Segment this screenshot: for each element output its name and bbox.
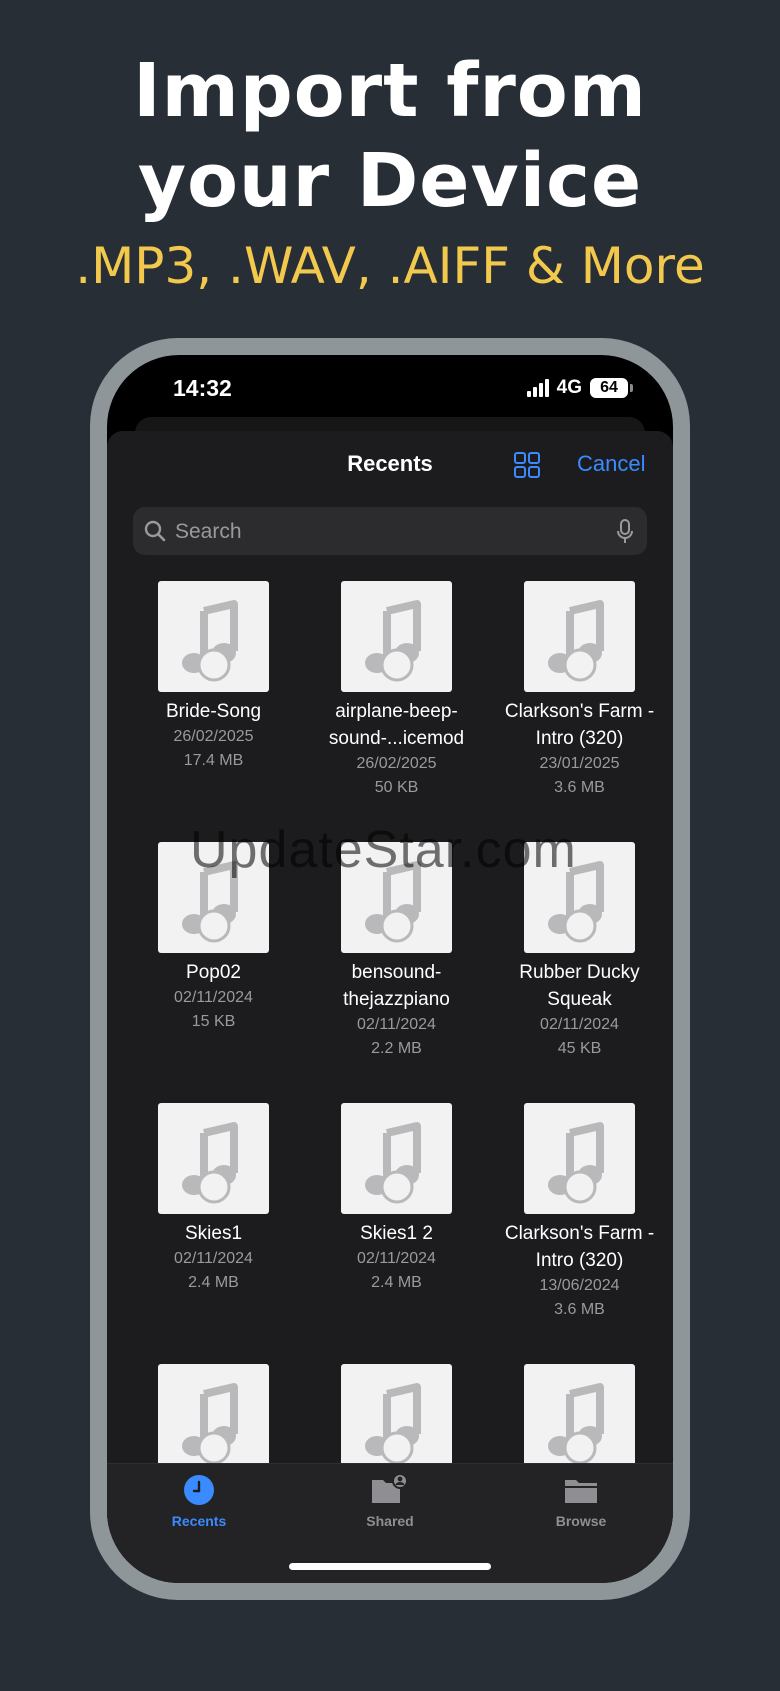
headline-line-1: Import from	[133, 48, 647, 134]
headline-line-2: your Device	[137, 138, 643, 224]
file-size: 3.6 MB	[554, 779, 605, 796]
file-thumbnail[interactable]	[158, 581, 269, 692]
file-thumbnail[interactable]	[524, 1103, 635, 1214]
home-indicator	[289, 1563, 491, 1570]
music-note-icon	[548, 1122, 604, 1204]
phone-screen: 14:32 4G 64 Recents Cancel Search Bride-…	[107, 355, 673, 1583]
signal-icon	[526, 379, 549, 397]
file-size: 15 KB	[191, 1013, 236, 1030]
file-name: Clarkson's Farm - Intro (320)	[504, 701, 655, 749]
microphone-icon[interactable]	[615, 519, 635, 545]
folder-icon	[565, 1480, 597, 1503]
file-thumbnail[interactable]	[341, 1364, 452, 1475]
file-date: 13/06/2024	[539, 1277, 620, 1294]
music-note-icon	[365, 600, 421, 682]
search-bar[interactable]	[133, 507, 647, 557]
music-note-icon	[365, 1122, 421, 1204]
file-thumbnail[interactable]	[158, 1103, 269, 1214]
file-size: 50 KB	[374, 779, 419, 796]
file-item[interactable]: Skies1 02/11/2024 2.4 MB	[122, 1103, 305, 1295]
file-name: Pop02	[186, 962, 241, 983]
file-item[interactable]: Clarkson's Farm - Intro (320) 23/01/2025 3…	[488, 581, 671, 800]
file-date: 26/02/2025	[356, 755, 437, 772]
tab-recents-label: Recents	[171, 1513, 227, 1529]
file-date: 26/02/2025	[173, 728, 254, 745]
tab-recents[interactable]: Recents	[139, 1474, 259, 1529]
tab-shared[interactable]: Shared	[330, 1473, 450, 1529]
tab-shared-label: Shared	[366, 1513, 414, 1529]
file-date: 02/11/2024	[174, 1250, 253, 1267]
file-item[interactable]: Clarkson's Farm - Intro (320) 13/06/2024 3…	[488, 1103, 671, 1322]
shared-folder-icon	[372, 1473, 408, 1503]
file-thumbnail[interactable]	[341, 1103, 452, 1214]
file-size: 17.4 MB	[183, 752, 244, 769]
tab-browse-label: Browse	[555, 1513, 607, 1529]
network-type: 4G	[556, 377, 582, 398]
promo-subline: .MP3, .WAV, .AIFF & More	[75, 237, 705, 295]
file-name: Rubber Ducky Squeak	[519, 962, 640, 1010]
file-size: 2.4 MB	[188, 1274, 239, 1291]
music-note-icon	[182, 1383, 238, 1465]
grid-view-icon[interactable]	[513, 451, 541, 479]
search-input[interactable]	[173, 507, 597, 557]
file-name: bensound- thejazzpiano	[343, 962, 450, 1010]
battery-icon: 64	[590, 378, 628, 398]
status-bar: 14:32 4G 64	[107, 355, 673, 425]
file-item[interactable]: Skies1 2 02/11/2024 2.4 MB	[305, 1103, 488, 1295]
file-thumbnail[interactable]	[341, 581, 452, 692]
file-date: 23/01/2025	[539, 755, 620, 772]
clock-icon	[184, 1475, 214, 1505]
file-name: Skies1 2	[360, 1223, 433, 1244]
file-thumbnail[interactable]	[524, 1364, 635, 1475]
tab-browse[interactable]: Browse	[521, 1474, 641, 1529]
file-name: Skies1	[184, 1223, 243, 1244]
watermark: UpdateStar.com	[190, 821, 577, 879]
status-indicators: 4G 64	[526, 377, 633, 399]
file-date: 02/11/2024	[357, 1016, 436, 1033]
file-item[interactable]: airplane-beep- sound-...icemod 26/02/2025…	[305, 581, 488, 800]
file-name: airplane-beep- sound-...icemod	[328, 701, 465, 749]
file-name: Bride-Song	[165, 701, 262, 722]
file-date: 02/11/2024	[357, 1250, 436, 1267]
file-size: 3.6 MB	[554, 1301, 605, 1318]
music-note-icon	[548, 600, 604, 682]
music-note-icon	[182, 1122, 238, 1204]
battery-nub	[630, 384, 633, 392]
music-note-icon	[365, 1383, 421, 1465]
search-icon	[144, 520, 166, 542]
file-size: 2.2 MB	[371, 1040, 422, 1057]
file-date: 02/11/2024	[174, 989, 253, 1006]
file-item[interactable]: Bride-Song 26/02/2025 17.4 MB	[122, 581, 305, 773]
file-picker-sheet: Recents Cancel Bride-Song 26/02/2025 17.4 …	[107, 431, 673, 1583]
cancel-button[interactable]: Cancel	[577, 451, 645, 477]
promo-headline: Import from your Device	[0, 46, 780, 226]
file-thumbnail[interactable]	[158, 1364, 269, 1475]
music-note-icon	[182, 600, 238, 682]
file-size: 45 KB	[557, 1040, 602, 1057]
status-time: 14:32	[173, 375, 232, 401]
file-thumbnail[interactable]	[524, 581, 635, 692]
music-note-icon	[548, 1383, 604, 1465]
file-size: 2.4 MB	[371, 1274, 422, 1291]
file-date: 02/11/2024	[540, 1016, 619, 1033]
file-name: Clarkson's Farm - Intro (320)	[504, 1223, 655, 1271]
